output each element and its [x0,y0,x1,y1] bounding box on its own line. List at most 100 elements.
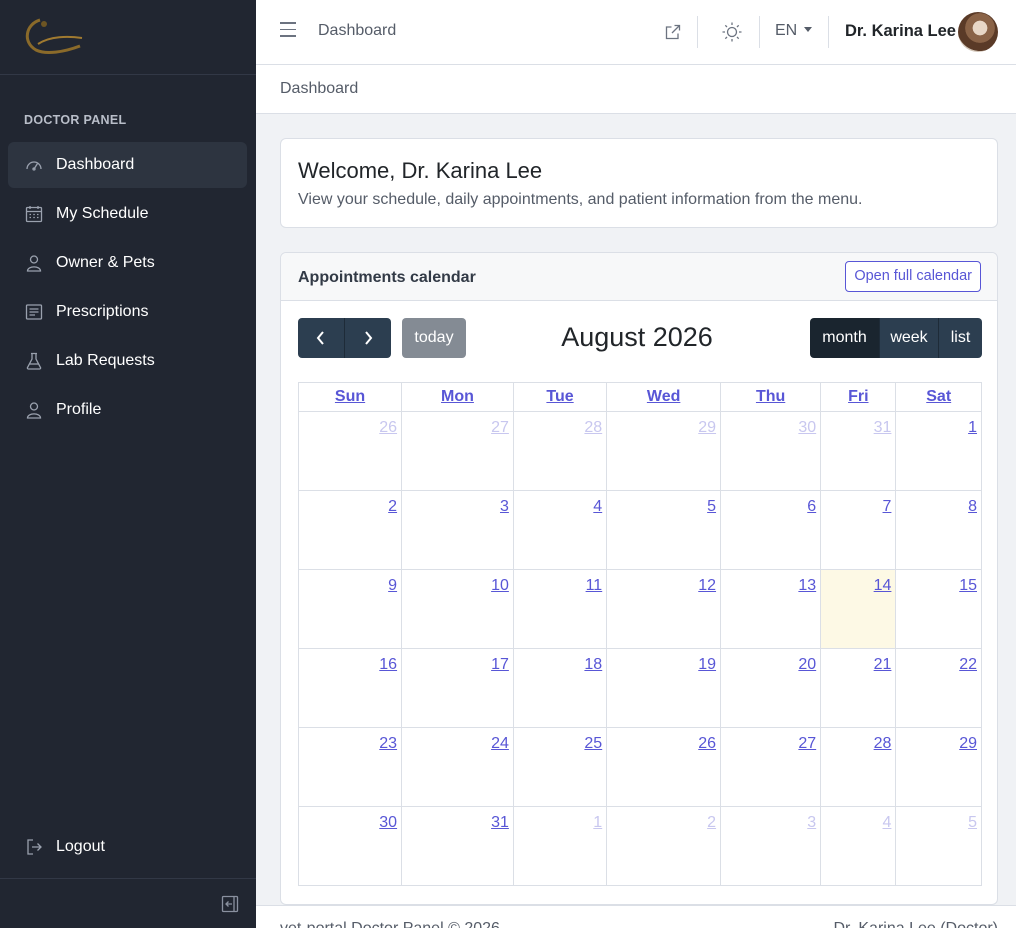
day-number[interactable]: 3 [807,814,816,831]
day-number[interactable]: 27 [798,735,816,752]
day-number[interactable]: 20 [798,656,816,673]
day-cell[interactable]: 1 [895,411,982,491]
sidebar-collapse-icon[interactable] [221,895,239,913]
day-cell[interactable]: 7 [820,490,897,570]
day-number[interactable]: 10 [491,577,509,594]
day-number[interactable]: 3 [500,498,509,515]
sidebar-item-prescriptions[interactable]: Prescriptions [8,289,247,335]
open-full-calendar-button[interactable]: Open full calendar [845,261,981,292]
day-cell[interactable]: 31 [401,806,514,886]
day-cell[interactable]: 3 [401,490,514,570]
day-cell[interactable]: 24 [401,727,514,807]
day-cell[interactable]: 11 [512,569,608,649]
day-number[interactable]: 30 [798,419,816,436]
day-number[interactable]: 16 [379,656,397,673]
day-cell[interactable]: 4 [820,806,897,886]
day-number[interactable]: 31 [491,814,509,831]
next-month-button[interactable] [344,318,391,358]
day-cell[interactable]: 4 [512,490,608,570]
day-number[interactable]: 30 [379,814,397,831]
day-number[interactable]: 12 [698,577,716,594]
menu-toggle-icon[interactable] [280,22,296,40]
day-cell[interactable]: 27 [720,727,822,807]
avatar[interactable] [958,12,998,52]
day-number[interactable]: 15 [959,577,977,594]
day-number[interactable]: 18 [584,656,602,673]
day-number[interactable]: 4 [593,498,602,515]
day-cell[interactable]: 23 [297,727,403,807]
day-number[interactable]: 2 [707,814,716,831]
day-cell[interactable]: 29 [606,411,722,491]
day-number[interactable]: 26 [379,419,397,436]
day-number[interactable]: 23 [379,735,397,752]
view-week-button[interactable]: week [879,318,938,358]
day-number[interactable]: 28 [874,735,892,752]
day-cell[interactable]: 20 [720,648,822,728]
sidebar-item-owner-pets[interactable]: Owner & Pets [8,240,247,286]
logout-button[interactable]: Logout [8,824,247,870]
day-number[interactable]: 2 [388,498,397,515]
day-cell[interactable]: 6 [720,490,822,570]
day-cell[interactable]: 28 [820,727,897,807]
day-number[interactable]: 1 [968,419,977,436]
day-cell[interactable]: 25 [512,727,608,807]
day-number[interactable]: 19 [698,656,716,673]
day-cell[interactable]: 5 [606,490,722,570]
day-cell[interactable]: 30 [297,806,403,886]
day-cell[interactable]: 17 [401,648,514,728]
weekday-header[interactable]: Wed [606,382,722,412]
day-number[interactable]: 29 [959,735,977,752]
sidebar-item-lab-requests[interactable]: Lab Requests [8,338,247,384]
day-cell[interactable]: 26 [297,411,403,491]
day-cell[interactable]: 1 [512,806,608,886]
weekday-header[interactable]: Sun [297,382,403,412]
day-cell[interactable]: 12 [606,569,722,649]
day-cell[interactable]: 28 [512,411,608,491]
day-number[interactable]: 31 [874,419,892,436]
day-number[interactable]: 14 [874,577,892,594]
view-list-button[interactable]: list [938,318,982,358]
day-cell-today[interactable]: 14 [820,569,897,649]
day-cell[interactable]: 26 [606,727,722,807]
day-cell[interactable]: 29 [895,727,982,807]
day-number[interactable]: 1 [593,814,602,831]
sidebar-item-my-schedule[interactable]: My Schedule [8,191,247,237]
theme-toggle-sun-icon[interactable] [721,21,743,43]
day-number[interactable]: 27 [491,419,509,436]
header-title[interactable]: Dashboard [318,22,396,40]
day-cell[interactable]: 30 [720,411,822,491]
day-number[interactable]: 22 [959,656,977,673]
day-number[interactable]: 8 [968,498,977,515]
day-cell[interactable]: 19 [606,648,722,728]
brand-logo[interactable] [0,0,256,75]
prev-month-button[interactable] [298,318,344,358]
weekday-header[interactable]: Fri [820,382,897,412]
day-number[interactable]: 26 [698,735,716,752]
day-cell[interactable]: 22 [895,648,982,728]
day-cell[interactable]: 27 [401,411,514,491]
day-number[interactable]: 4 [883,814,892,831]
day-cell[interactable]: 15 [895,569,982,649]
weekday-header[interactable]: Sat [895,382,982,412]
day-cell[interactable]: 18 [512,648,608,728]
day-cell[interactable]: 2 [606,806,722,886]
day-number[interactable]: 13 [798,577,816,594]
day-number[interactable]: 7 [883,498,892,515]
day-cell[interactable]: 21 [820,648,897,728]
language-selector[interactable]: EN [775,22,813,40]
day-cell[interactable]: 31 [820,411,897,491]
day-number[interactable]: 5 [968,814,977,831]
day-cell[interactable]: 9 [297,569,403,649]
day-number[interactable]: 6 [807,498,816,515]
day-cell[interactable]: 5 [895,806,982,886]
day-number[interactable]: 29 [698,419,716,436]
day-number[interactable]: 5 [707,498,716,515]
external-link-icon[interactable] [664,23,682,41]
day-cell[interactable]: 3 [720,806,822,886]
day-number[interactable]: 21 [874,656,892,673]
day-cell[interactable]: 8 [895,490,982,570]
day-number[interactable]: 25 [584,735,602,752]
sidebar-item-profile[interactable]: Profile [8,387,247,433]
today-button[interactable]: today [402,318,466,358]
day-cell[interactable]: 10 [401,569,514,649]
